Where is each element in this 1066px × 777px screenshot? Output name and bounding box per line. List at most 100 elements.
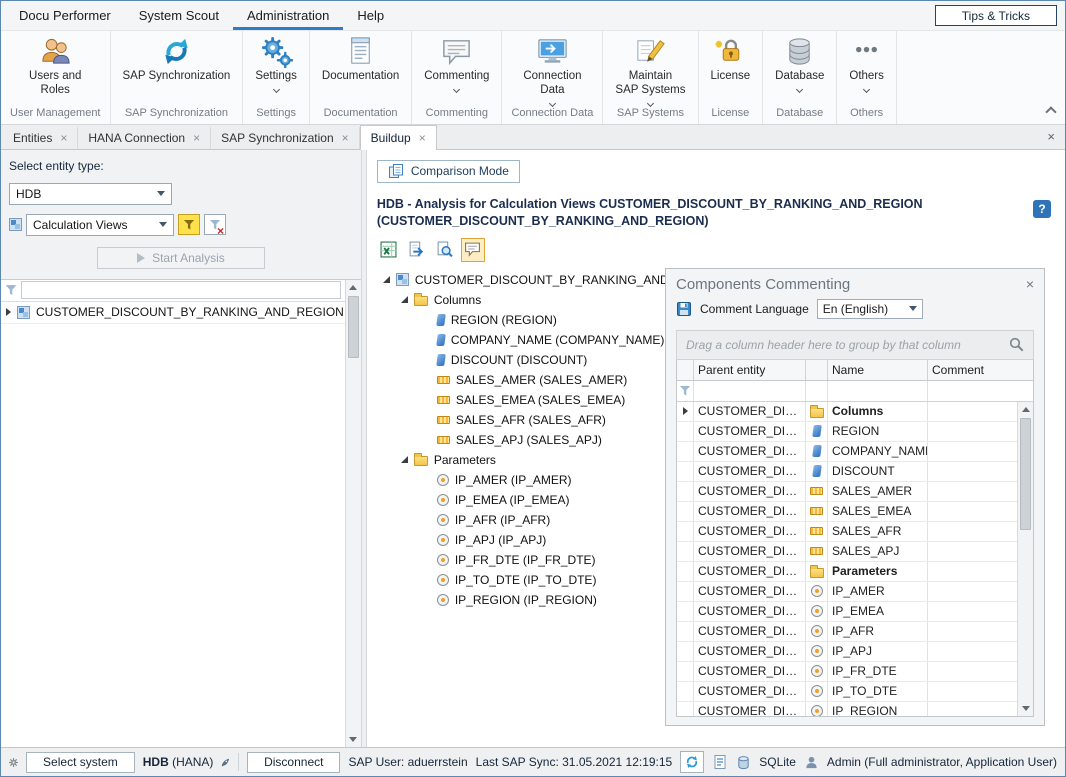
table-row[interactable]: CUSTOMER_DISCOUNT_BY_RANKING_AND_REGIONI… (677, 642, 1017, 662)
save-disk-icon[interactable] (676, 301, 692, 317)
comment-cell[interactable] (928, 602, 1017, 621)
comment-cell[interactable] (928, 622, 1017, 641)
export-button[interactable] (405, 238, 429, 262)
maintain-sap-systems-button[interactable]: Maintain SAP Systems (608, 34, 692, 107)
preview-button[interactable] (433, 238, 457, 262)
table-row[interactable]: CUSTOMER_DISCOUNT_BY_RANKING_AND_REGIONS… (677, 502, 1017, 522)
commenting-toggle-button[interactable] (461, 238, 485, 262)
log-document-icon[interactable] (712, 754, 728, 770)
comment-cell[interactable] (928, 522, 1017, 541)
comment-cell[interactable] (928, 682, 1017, 701)
entity-list-scrollbar[interactable] (345, 280, 361, 747)
panel-close-icon[interactable]: × (1026, 277, 1034, 291)
menu-help[interactable]: Help (343, 1, 398, 30)
table-row[interactable]: CUSTOMER_DISCOUNT_BY_RANKING_AND_REGIONR… (677, 422, 1017, 442)
comment-cell[interactable] (928, 462, 1017, 481)
scroll-down-button[interactable] (346, 732, 361, 747)
start-analysis-button[interactable]: Start Analysis (97, 247, 265, 269)
group-by-bar[interactable]: Drag a column header here to group by th… (676, 330, 1034, 360)
ribbon-collapse-chevron-icon[interactable] (1045, 106, 1056, 117)
column-header-comment[interactable]: Comment (928, 360, 1033, 380)
table-row[interactable]: CUSTOMER_DISCOUNT_BY_RANKING_AND_REGIONS… (677, 482, 1017, 502)
comment-cell[interactable] (928, 422, 1017, 441)
help-button[interactable]: ? (1033, 200, 1051, 218)
disconnect-button[interactable]: Disconnect (247, 752, 340, 773)
sap-synchronization-button[interactable]: SAP Synchronization (116, 34, 238, 85)
database-button[interactable]: Database (768, 34, 831, 93)
folder-icon (810, 568, 824, 578)
connection-data-button[interactable]: Connection Data (516, 34, 588, 107)
expander-expanded-icon[interactable] (401, 296, 408, 303)
scroll-up-button[interactable] (346, 280, 361, 295)
table-row[interactable]: CUSTOMER_DISCOUNT_BY_RANKING_AND_REGIONC… (677, 402, 1017, 422)
tab-close-icon[interactable]: × (342, 131, 349, 145)
entity-type-dropdown[interactable]: Calculation Views (26, 214, 174, 236)
comment-cell[interactable] (928, 662, 1017, 681)
scroll-up-button[interactable] (1018, 402, 1033, 417)
scroll-down-button[interactable] (1018, 701, 1033, 716)
table-row[interactable]: CUSTOMER_DISCOUNT_BY_RANKING_AND_REGIOND… (677, 462, 1017, 482)
license-button[interactable]: License (704, 34, 758, 85)
table-row[interactable]: CUSTOMER_DISCOUNT_BY_RANKING_AND_REGIONI… (677, 702, 1017, 717)
table-row[interactable]: CUSTOMER_DISCOUNT_BY_RANKING_AND_REGIONI… (677, 682, 1017, 702)
table-row[interactable]: CUSTOMER_DISCOUNT_BY_RANKING_AND_REGIONI… (677, 582, 1017, 602)
comment-cell[interactable] (928, 562, 1017, 581)
filter-edit-button[interactable] (178, 214, 200, 235)
comment-language-dropdown[interactable]: En (English) (817, 299, 923, 319)
tabbar-close-icon[interactable]: × (1047, 129, 1055, 144)
table-row[interactable]: CUSTOMER_DISCOUNT_BY_RANKING_AND_REGIONI… (677, 602, 1017, 622)
tab-close-icon[interactable]: × (419, 131, 426, 145)
comment-cell[interactable] (928, 442, 1017, 461)
comparison-mode-button[interactable]: Comparison Mode (377, 160, 520, 183)
tab-label: Buildup (371, 131, 411, 145)
menu-system-scout[interactable]: System Scout (125, 1, 233, 30)
table-row[interactable]: CUSTOMER_DISCOUNT_BY_RANKING_AND_REGIONI… (677, 622, 1017, 642)
menu-docu-performer[interactable]: Docu Performer (5, 1, 125, 30)
menu-administration[interactable]: Administration (233, 1, 343, 30)
comment-cell[interactable] (928, 502, 1017, 521)
clear-filter-button[interactable]: × (204, 214, 226, 235)
select-system-button[interactable]: Select system (26, 752, 135, 773)
scroll-thumb[interactable] (348, 296, 359, 358)
tab-buildup[interactable]: Buildup × (360, 125, 437, 150)
scroll-thumb[interactable] (1020, 418, 1031, 530)
export-excel-button[interactable] (377, 238, 401, 262)
search-icon[interactable] (1009, 337, 1024, 352)
comment-cell[interactable] (928, 482, 1017, 501)
entity-list-item[interactable]: CUSTOMER_DISCOUNT_BY_RANKING_AND_REGION (1, 302, 361, 324)
expander-expanded-icon[interactable] (401, 456, 408, 463)
commenting-button[interactable]: Commenting (417, 34, 496, 93)
refresh-button[interactable] (680, 751, 704, 773)
entity-list-filter-row[interactable] (1, 280, 361, 302)
table-filter-row[interactable] (677, 381, 1033, 402)
others-button[interactable]: Others (842, 34, 891, 93)
users-and-roles-button[interactable]: Users and Roles (22, 34, 88, 99)
tab-close-icon[interactable]: × (193, 131, 200, 145)
expander-expanded-icon[interactable] (383, 276, 390, 283)
tips-and-tricks-button[interactable]: Tips & Tricks (935, 5, 1057, 26)
table-row[interactable]: CUSTOMER_DISCOUNT_BY_RANKING_AND_REGIONC… (677, 442, 1017, 462)
tab-hana-connection[interactable]: HANA Connection× (78, 127, 211, 149)
gear-icon[interactable] (9, 755, 18, 770)
settings-button[interactable]: Settings (248, 34, 304, 93)
table-row[interactable]: CUSTOMER_DISCOUNT_BY_RANKING_AND_REGIONS… (677, 542, 1017, 562)
column-header-parent-entity[interactable]: Parent entity (694, 360, 806, 380)
table-scrollbar[interactable] (1017, 402, 1033, 716)
tree-node-label: SALES_APJ (SALES_APJ) (456, 433, 602, 447)
table-row[interactable]: CUSTOMER_DISCOUNT_BY_RANKING_AND_REGIONP… (677, 562, 1017, 582)
comment-cell[interactable] (928, 402, 1017, 421)
comment-cell[interactable] (928, 542, 1017, 561)
table-row[interactable]: CUSTOMER_DISCOUNT_BY_RANKING_AND_REGIONS… (677, 522, 1017, 542)
tab-sap-synchronization[interactable]: SAP Synchronization× (211, 127, 360, 149)
expander-collapsed-icon[interactable] (6, 308, 11, 316)
documentation-button[interactable]: Documentation (315, 34, 406, 85)
table-row[interactable]: CUSTOMER_DISCOUNT_BY_RANKING_AND_REGIONI… (677, 662, 1017, 682)
comment-cell[interactable] (928, 582, 1017, 601)
system-dropdown[interactable]: HDB (9, 183, 172, 205)
comment-cell[interactable] (928, 702, 1017, 717)
entity-filter-input[interactable] (21, 281, 341, 299)
comment-cell[interactable] (928, 642, 1017, 661)
tab-close-icon[interactable]: × (60, 131, 67, 145)
tab-entities[interactable]: Entities× (3, 127, 78, 149)
column-header-name[interactable]: Name (828, 360, 928, 380)
